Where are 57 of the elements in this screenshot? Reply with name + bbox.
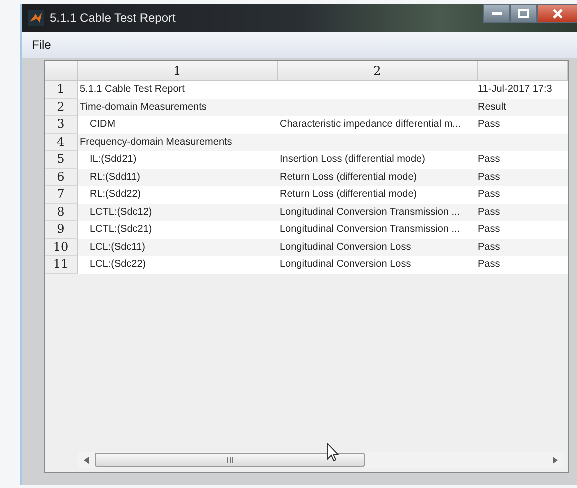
- row-header: 10: [45, 238, 78, 256]
- table-cell: LCTL:(Sdc12): [90, 206, 152, 218]
- table-cell: Result: [478, 102, 506, 113]
- table-cell: IL:(Sdd21): [90, 154, 137, 166]
- table-cell: Pass: [478, 154, 500, 166]
- row-header: 7: [45, 186, 78, 204]
- row-header: 3: [45, 116, 78, 134]
- table-cell: Longitudinal Conversion Transmission ...: [280, 206, 460, 218]
- table-cell: Longitudinal Conversion Loss: [280, 242, 412, 253]
- maximize-icon: [518, 9, 529, 18]
- table-cell: CIDM: [90, 119, 116, 130]
- table-cell: Return Loss (differential mode): [280, 189, 418, 200]
- close-icon: [553, 8, 563, 18]
- row-header: 11: [45, 256, 78, 274]
- app-icon: [28, 10, 44, 26]
- column-header[interactable]: 2: [278, 61, 478, 81]
- row-header: 9: [45, 221, 78, 238]
- grip-icon: [226, 457, 234, 463]
- table-cell: Pass: [478, 259, 500, 270]
- row-header: 4: [45, 134, 78, 151]
- row-header: 8: [45, 204, 78, 221]
- table-cell: Pass: [478, 189, 500, 200]
- table-cell: LCL:(Sdc11): [90, 242, 146, 253]
- menu-item[interactable]: File: [32, 38, 52, 52]
- table-cell: Longitudinal Conversion Loss: [280, 259, 412, 270]
- table-cell: Characteristic impedance differential m...: [280, 119, 462, 130]
- maximize-button[interactable]: [510, 4, 537, 23]
- row-header: 5: [45, 151, 78, 168]
- column-header[interactable]: 1: [78, 61, 278, 81]
- table-cell: Pass: [478, 242, 500, 253]
- table-cell: 5.1.1 Cable Test Report: [80, 84, 185, 96]
- row-header: 1: [45, 81, 78, 98]
- row-header: 6: [45, 168, 78, 186]
- window-title: 5.1.1 Cable Test Report: [50, 11, 176, 25]
- table-cell: Pass: [478, 224, 500, 236]
- minimize-button[interactable]: [483, 4, 510, 23]
- row-header: 2: [45, 98, 78, 116]
- scroll-left-icon[interactable]: [84, 456, 89, 464]
- table-cell: RL:(Sdd22): [90, 189, 142, 200]
- table-cell: Longitudinal Conversion Transmission ...: [280, 224, 460, 236]
- table-cell: RL:(Sdd11): [90, 172, 140, 183]
- mouse-cursor-icon: [327, 443, 339, 462]
- close-button[interactable]: [537, 4, 577, 23]
- corner-cell: [45, 61, 78, 81]
- scroll-right-icon[interactable]: [553, 456, 558, 464]
- minimize-icon: [492, 12, 502, 16]
- table-cell: LCTL:(Sdc21): [90, 224, 152, 236]
- table-cell: 11-Jul-2017 17:3: [478, 84, 552, 96]
- table-cell: LCL:(Sdc22): [90, 259, 146, 270]
- table-cell: Return Loss (differential mode): [280, 172, 418, 183]
- table-cell: Insertion Loss (differential mode): [280, 154, 426, 166]
- table-cell: Pass: [478, 206, 500, 218]
- table-cell: Frequency-domain Measurements: [80, 136, 232, 148]
- scrollbar-thumb[interactable]: [95, 453, 365, 467]
- table-cell: Pass: [478, 119, 500, 130]
- table-cell: Time-domain Measurements: [80, 102, 207, 113]
- table-cell: Pass: [478, 172, 500, 183]
